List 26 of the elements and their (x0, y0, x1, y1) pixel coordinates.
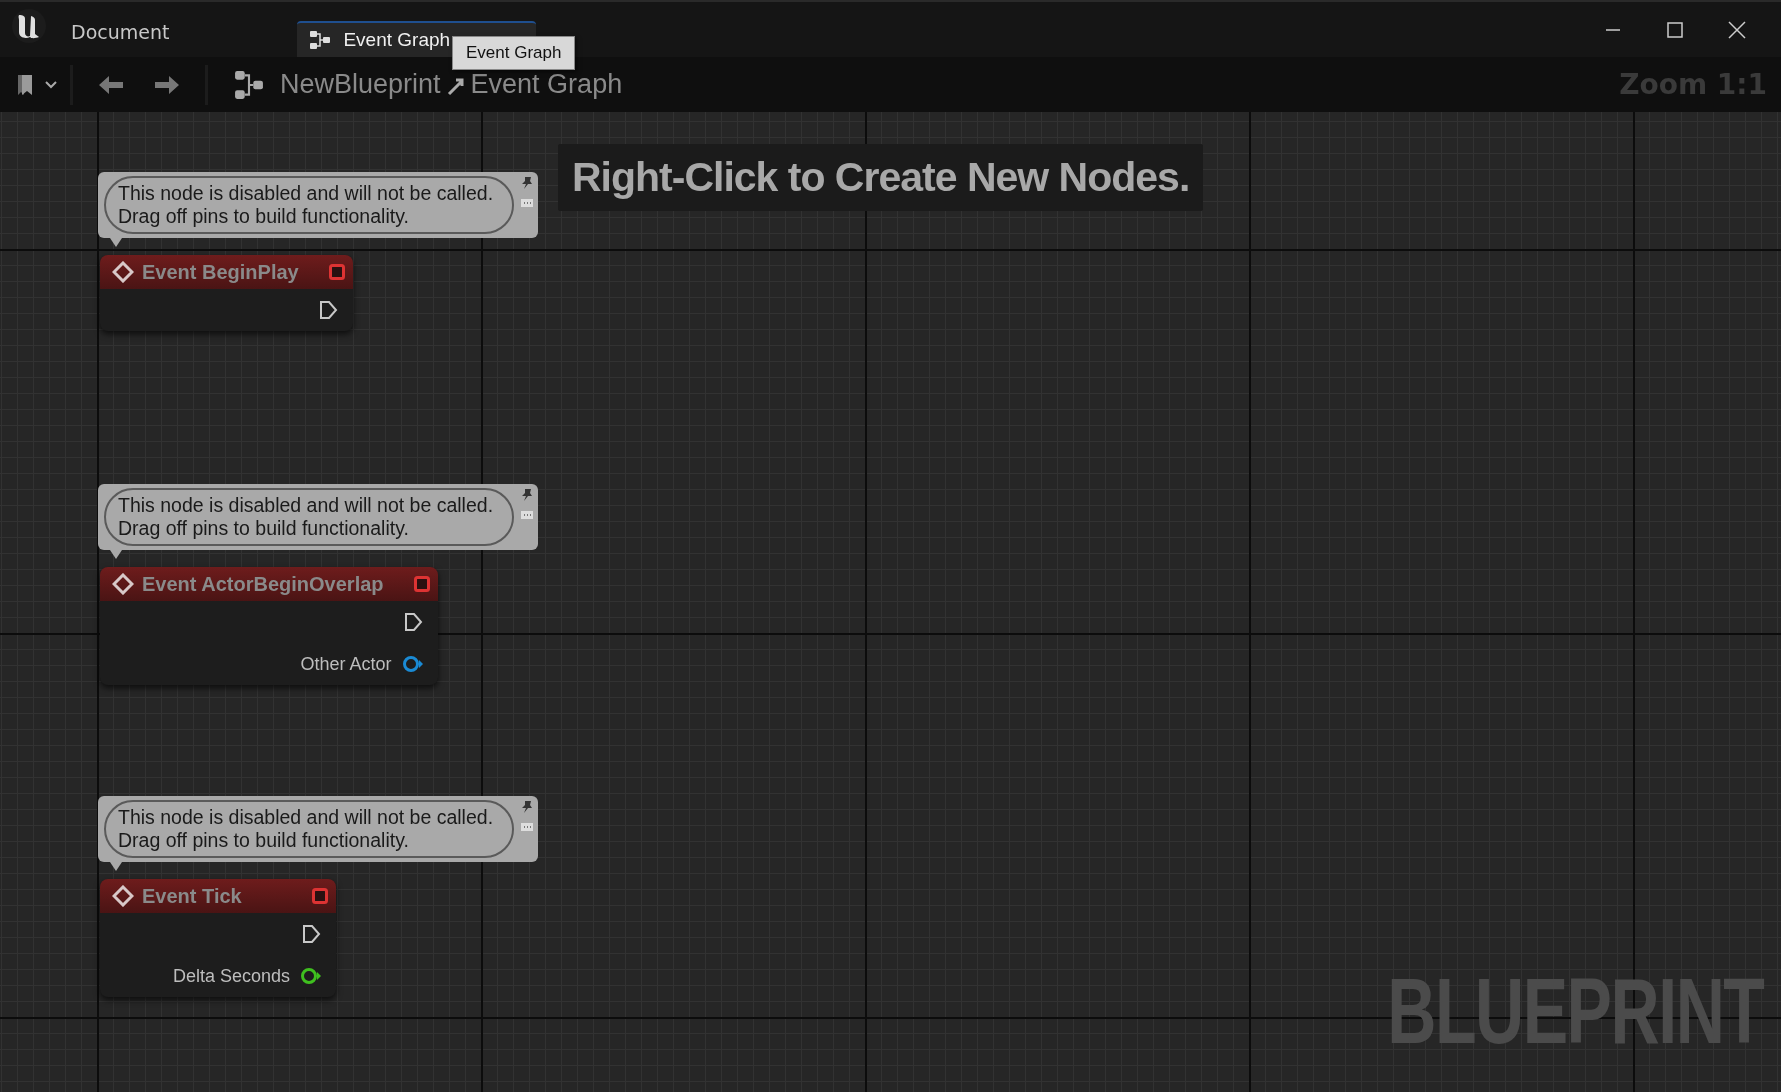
event-diamond-icon (112, 573, 134, 595)
pin-label: Other Actor (299, 653, 392, 675)
comment-icon[interactable] (520, 196, 534, 210)
pin-icon[interactable] (520, 488, 534, 502)
graph-icon (309, 30, 332, 50)
canvas-hint: Right-Click to Create New Nodes. (558, 144, 1204, 211)
event-diamond-icon (112, 885, 134, 907)
document-label: Document (71, 21, 170, 43)
comment-text: This node is disabled and will not be called. Drag off pins to build functionality. (104, 176, 514, 234)
event-diamond-icon (112, 261, 134, 283)
node-title: Event BeginPlay (142, 260, 300, 284)
node-title: Event Tick (142, 884, 243, 908)
pin-icon[interactable] (520, 800, 534, 814)
node-title: Event ActorBeginOverlap (142, 572, 385, 596)
blueprint-watermark: BLUEPRINT (1386, 959, 1763, 1064)
logo-icon (10, 7, 48, 45)
breadcrumb-item[interactable]: NewBlueprint (280, 69, 441, 100)
breadcrumb-item[interactable]: Event Graph (470, 69, 623, 100)
pin-label: Delta Seconds (171, 965, 290, 987)
comment-text: This node is disabled and will not be called. Drag off pins to build functionality. (104, 800, 514, 858)
comment-icon[interactable] (520, 508, 534, 522)
comment-text: This node is disabled and will not be called. Drag off pins to build functionality. (104, 488, 514, 546)
graph-icon (232, 69, 266, 100)
tooltip: Event Graph (452, 36, 576, 70)
pin-icon[interactable] (520, 176, 534, 190)
comment-icon[interactable] (520, 820, 534, 834)
